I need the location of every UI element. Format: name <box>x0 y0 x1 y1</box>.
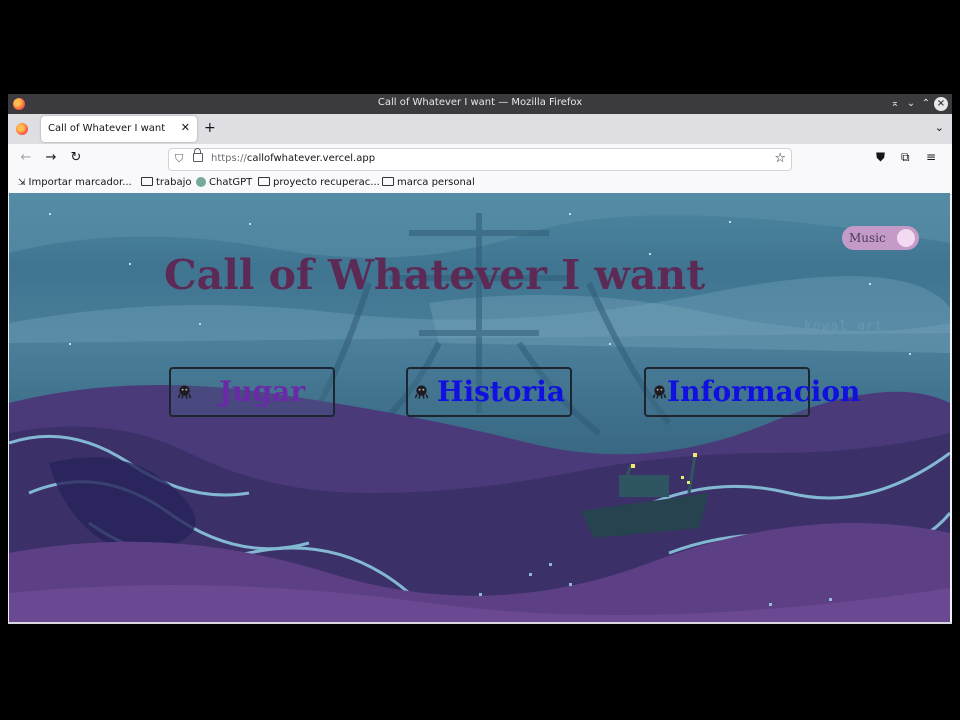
tab-title: Call of Whatever I want <box>48 123 166 134</box>
octopus-icon <box>652 385 667 399</box>
pocket-icon[interactable]: ⛊ <box>876 150 885 165</box>
page-viewport: Call of Whatever I want Music kowal art … <box>9 193 950 622</box>
octopus-icon <box>177 385 192 399</box>
artist-watermark: kowal art <box>804 319 884 334</box>
bookmark-import[interactable]: ⇲ Importar marcador... <box>18 177 132 188</box>
octopus-icon <box>414 385 429 399</box>
page-title: Call of Whatever I want <box>164 251 706 299</box>
title-bar: Call of Whatever I want — Mozilla Firefo… <box>8 94 952 114</box>
bookmark-folder-trabajo[interactable]: trabajo <box>141 177 192 188</box>
close-window-icon[interactable]: × <box>934 97 948 111</box>
folder-icon <box>141 177 153 186</box>
forward-button[interactable]: → <box>42 150 60 165</box>
import-icon: ⇲ <box>18 178 26 188</box>
window-shade-icon[interactable]: ⌅ <box>888 97 902 111</box>
history-button[interactable]: Historia <box>406 367 572 417</box>
browser-window: Call of Whatever I want — Mozilla Firefo… <box>8 94 952 624</box>
extensions-icon[interactable]: ⧉ <box>901 150 910 165</box>
folder-icon <box>258 177 270 186</box>
bookmark-label: Importar marcador... <box>28 177 132 188</box>
url-bar[interactable]: ⛉ https://callofwhatever.vercel.app ☆ <box>168 148 792 171</box>
history-button-label: Historia <box>437 375 565 408</box>
toggle-knob <box>897 229 915 247</box>
maximize-icon[interactable]: ⌃ <box>919 97 933 111</box>
nav-bar: ← → ↻ ⛉ https://callofwhatever.vercel.ap… <box>8 144 952 174</box>
url-text[interactable]: https://callofwhatever.vercel.app <box>211 153 375 164</box>
list-tabs-chevron-icon[interactable]: ⌄ <box>935 121 944 134</box>
window-title: Call of Whatever I want — Mozilla Firefo… <box>377 97 583 108</box>
play-button-label: Jugar <box>219 375 306 408</box>
info-button[interactable]: Informacion <box>644 367 860 417</box>
chatgpt-icon <box>196 177 206 187</box>
bookmark-folder-marca[interactable]: marca personal <box>382 177 475 188</box>
play-button[interactable]: Jugar <box>169 367 335 417</box>
bookmark-star-icon[interactable]: ☆ <box>774 151 786 166</box>
tracking-shield-icon[interactable]: ⛉ <box>175 152 183 166</box>
tab-bar: Call of Whatever I want ✕ + ⌄ <box>8 114 952 144</box>
tab-active[interactable]: Call of Whatever I want ✕ <box>41 116 197 142</box>
minimize-icon[interactable]: ⌄ <box>904 97 918 111</box>
url-host: callofwhatever.vercel.app <box>246 153 376 164</box>
menu-hamburger-icon[interactable]: ≡ <box>926 150 936 164</box>
window-bottom-border <box>8 622 952 624</box>
reload-button[interactable]: ↻ <box>67 150 85 165</box>
music-toggle[interactable]: Music <box>842 226 919 250</box>
bookmark-label: ChatGPT <box>209 177 253 188</box>
bookmarks-bar: ⇲ Importar marcador... trabajo ChatGPT pr… <box>8 174 952 195</box>
music-label: Music <box>849 231 886 245</box>
back-button[interactable]: ← <box>17 150 35 165</box>
lock-icon[interactable] <box>193 148 203 162</box>
info-button-label: Informacion <box>667 375 861 408</box>
new-tab-button[interactable]: + <box>204 120 216 136</box>
url-scheme: https:// <box>211 153 247 164</box>
bookmark-chatgpt[interactable]: ChatGPT <box>196 177 252 188</box>
firefox-view-icon[interactable] <box>16 123 28 135</box>
bookmark-label: proyecto recuperac... <box>273 177 380 188</box>
tab-close-icon[interactable]: ✕ <box>181 121 190 134</box>
bookmark-folder-proyecto[interactable]: proyecto recuperac... <box>258 177 380 188</box>
folder-icon <box>382 177 394 186</box>
bookmark-label: trabajo <box>156 177 192 188</box>
bookmark-label: marca personal <box>397 177 475 188</box>
